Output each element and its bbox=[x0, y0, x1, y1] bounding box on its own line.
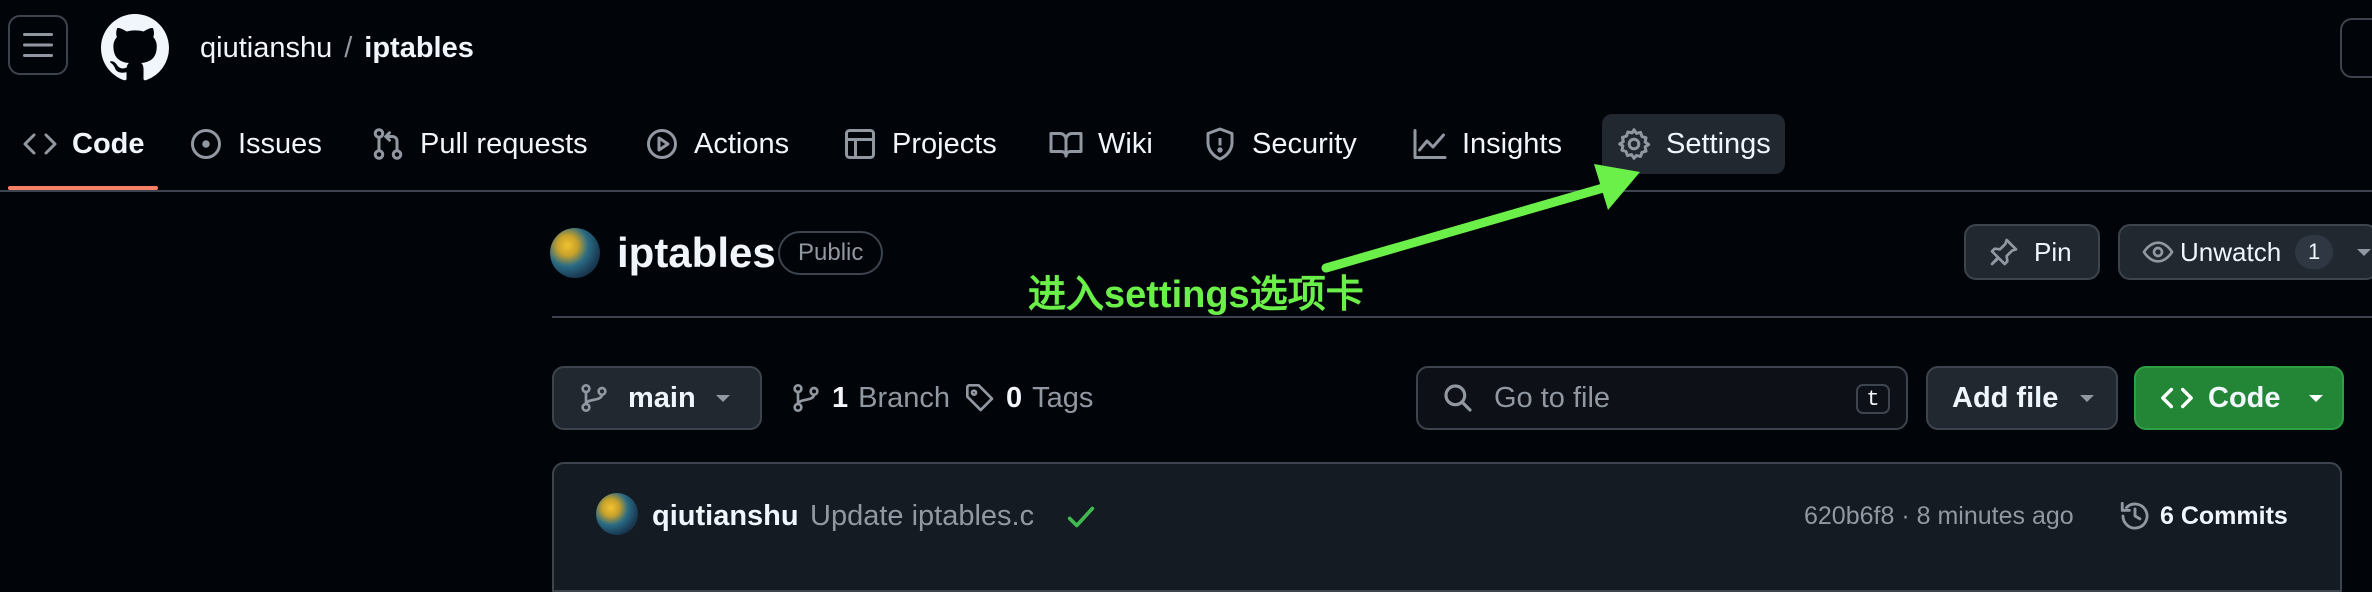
code-icon bbox=[23, 133, 57, 155]
search-input[interactable] bbox=[1492, 380, 1836, 416]
breadcrumb-separator: / bbox=[344, 32, 353, 64]
chevron-down-icon bbox=[715, 395, 730, 402]
breadcrumb-repo[interactable]: iptables bbox=[364, 32, 474, 64]
tab-label: Insights bbox=[1462, 127, 1562, 160]
hamburger-icon bbox=[23, 33, 53, 57]
branch-label: Branch bbox=[858, 382, 951, 414]
branches-link[interactable]: 1 Branch bbox=[790, 378, 950, 418]
breadcrumb-owner[interactable]: qiutianshu bbox=[200, 32, 332, 64]
commit-author[interactable]: qiutianshu bbox=[652, 496, 799, 536]
chevron-down-icon bbox=[2308, 395, 2323, 402]
commit-message[interactable]: Update iptables.c bbox=[810, 496, 1034, 536]
github-logo-icon[interactable] bbox=[101, 14, 169, 82]
tab-label: Actions bbox=[694, 127, 790, 160]
breadcrumb: qiutianshu / iptables bbox=[200, 28, 474, 68]
tab-security[interactable]: Security bbox=[1202, 114, 1357, 174]
tab-label: Wiki bbox=[1098, 127, 1153, 160]
branch-count: 1 bbox=[832, 382, 849, 414]
book-icon bbox=[1049, 132, 1083, 158]
go-to-file-search[interactable]: t bbox=[1416, 366, 1908, 430]
chevron-down-icon bbox=[2357, 249, 2372, 256]
tab-label: Code bbox=[72, 127, 145, 160]
title-divider bbox=[552, 316, 2372, 318]
commit-meta: 620b6f8 · 8 minutes ago bbox=[1804, 498, 2074, 534]
tab-label: Security bbox=[1252, 127, 1357, 160]
tab-actions[interactable]: Actions bbox=[644, 114, 789, 174]
pull-request-icon bbox=[373, 128, 403, 160]
git-branch-icon bbox=[793, 384, 819, 412]
play-icon bbox=[647, 129, 677, 159]
commit-count: 6 bbox=[2160, 502, 2174, 530]
keyboard-shortcut-hint: t bbox=[1856, 384, 1890, 414]
repo-owner-avatar[interactable] bbox=[550, 228, 600, 278]
tag-label: Tags bbox=[1032, 382, 1094, 414]
commit-meta-separator: · bbox=[1901, 502, 1910, 530]
tags-link[interactable]: 0 Tags bbox=[964, 378, 1093, 418]
commit-hash[interactable]: 620b6f8 bbox=[1804, 502, 1894, 530]
unwatch-label: Unwatch bbox=[2180, 236, 2282, 267]
commits-history-link[interactable]: 6 Commits bbox=[2118, 496, 2288, 536]
eye-icon bbox=[2142, 241, 2174, 263]
code-button[interactable]: Code bbox=[2134, 366, 2344, 430]
graph-icon bbox=[1413, 129, 1447, 159]
table-icon bbox=[845, 129, 875, 159]
check-icon[interactable] bbox=[1064, 500, 1098, 534]
commit-author-avatar[interactable] bbox=[596, 493, 638, 535]
code-icon bbox=[2161, 387, 2193, 409]
watch-count: 1 bbox=[2295, 235, 2334, 269]
branch-name: main bbox=[628, 381, 696, 414]
tab-label: Projects bbox=[892, 127, 997, 160]
tab-projects[interactable]: Projects bbox=[842, 114, 997, 174]
add-file-button[interactable]: Add file bbox=[1926, 366, 2118, 430]
tab-label: Pull requests bbox=[420, 127, 588, 160]
code-button-label: Code bbox=[2208, 381, 2281, 414]
history-icon bbox=[2120, 501, 2149, 530]
tab-code[interactable]: Code bbox=[22, 114, 145, 174]
tab-wiki[interactable]: Wiki bbox=[1048, 114, 1153, 174]
tag-icon bbox=[966, 384, 994, 412]
tab-issues[interactable]: Issues bbox=[188, 114, 322, 174]
annotation-text: 进入settings选项卡 bbox=[1028, 274, 1364, 316]
menu-button[interactable] bbox=[8, 15, 68, 75]
tab-insights[interactable]: Insights bbox=[1412, 114, 1562, 174]
issue-icon bbox=[191, 129, 221, 159]
tab-label: Settings bbox=[1666, 127, 1771, 160]
nav-divider bbox=[0, 190, 2372, 192]
commit-time: 8 minutes ago bbox=[1916, 502, 2074, 530]
add-file-label: Add file bbox=[1952, 381, 2059, 414]
chevron-down-icon bbox=[2080, 395, 2095, 402]
pin-button[interactable]: Pin bbox=[1964, 224, 2100, 280]
gear-icon bbox=[1618, 128, 1651, 160]
visibility-badge: Public bbox=[778, 231, 884, 275]
tab-pull-requests[interactable]: Pull requests bbox=[370, 114, 588, 174]
tab-label: Issues bbox=[238, 127, 322, 160]
pin-icon bbox=[1990, 238, 2018, 266]
header-right-button[interactable] bbox=[2340, 18, 2372, 78]
branch-selector[interactable]: main bbox=[552, 366, 762, 430]
tag-count: 0 bbox=[1006, 382, 1023, 414]
repo-title[interactable]: iptables bbox=[617, 228, 776, 278]
git-branch-icon bbox=[581, 384, 607, 412]
commits-label: Commits bbox=[2180, 502, 2288, 530]
shield-icon bbox=[1206, 127, 1234, 161]
search-icon bbox=[1444, 384, 1472, 412]
unwatch-button[interactable]: Unwatch 1 bbox=[2118, 224, 2372, 280]
tab-settings[interactable]: Settings bbox=[1602, 114, 1785, 174]
pin-label: Pin bbox=[2034, 236, 2072, 267]
